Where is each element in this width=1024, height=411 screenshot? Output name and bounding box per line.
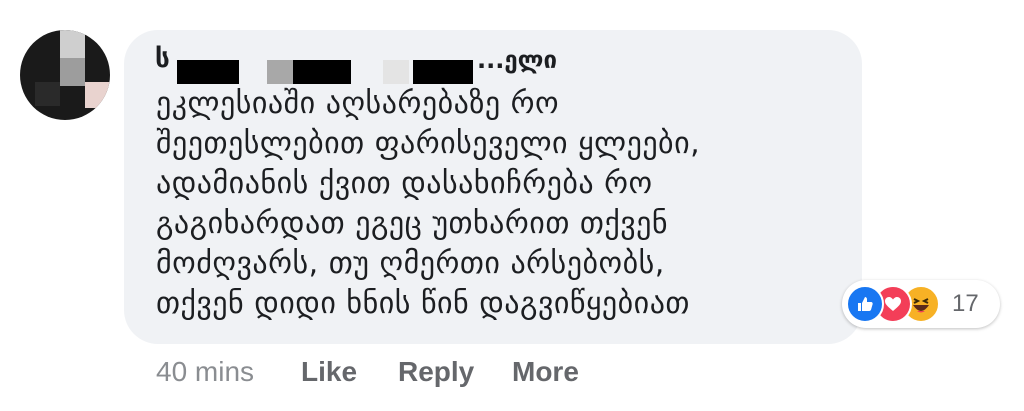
like-icon — [846, 285, 884, 323]
comment-timestamp[interactable]: 40 mins — [156, 356, 254, 388]
more-button[interactable]: More — [512, 356, 579, 388]
comment-author[interactable]: ს ...ელი — [155, 44, 575, 84]
avatar-pixelation — [35, 82, 60, 106]
author-name-tail: ...ელი — [477, 46, 557, 74]
comment-line: ეკლესიაში აღსარებაზე რო — [156, 86, 560, 121]
comment-line: ადამიანის ქვით დასახიჩრება რო — [156, 166, 653, 201]
comment-line: გაგიხარდათ ეგეც უთხარით თქვენ — [156, 206, 669, 241]
reactions-summary[interactable]: 17 — [842, 280, 1000, 328]
comment-line: თქვენ დიდი ხნის წინ დაგვიწყებიათ — [156, 286, 690, 321]
avatar-pixelation — [85, 82, 110, 108]
author-initial: ს — [155, 44, 170, 74]
redaction-bar — [267, 60, 293, 84]
reaction-count: 17 — [952, 290, 979, 317]
like-button[interactable]: Like — [301, 356, 357, 388]
comment-line: მოძღვარს, თუ ღმერთი არსებობს, — [156, 246, 665, 281]
avatar-pixelation — [60, 58, 85, 86]
reply-button[interactable]: Reply — [398, 356, 474, 388]
comment-text: ეკლესიაში აღსარებაზე რო შეეთესლებით ფარი… — [156, 84, 846, 324]
redaction-bar — [177, 60, 239, 84]
redaction-bar — [413, 60, 473, 84]
avatar-pixelation — [60, 30, 85, 58]
redaction-bar — [293, 60, 351, 84]
comment-line: შეეთესლებით ფარისეველი ყლეები, — [156, 126, 701, 161]
avatar[interactable] — [20, 30, 110, 120]
redaction-bar — [383, 60, 409, 84]
